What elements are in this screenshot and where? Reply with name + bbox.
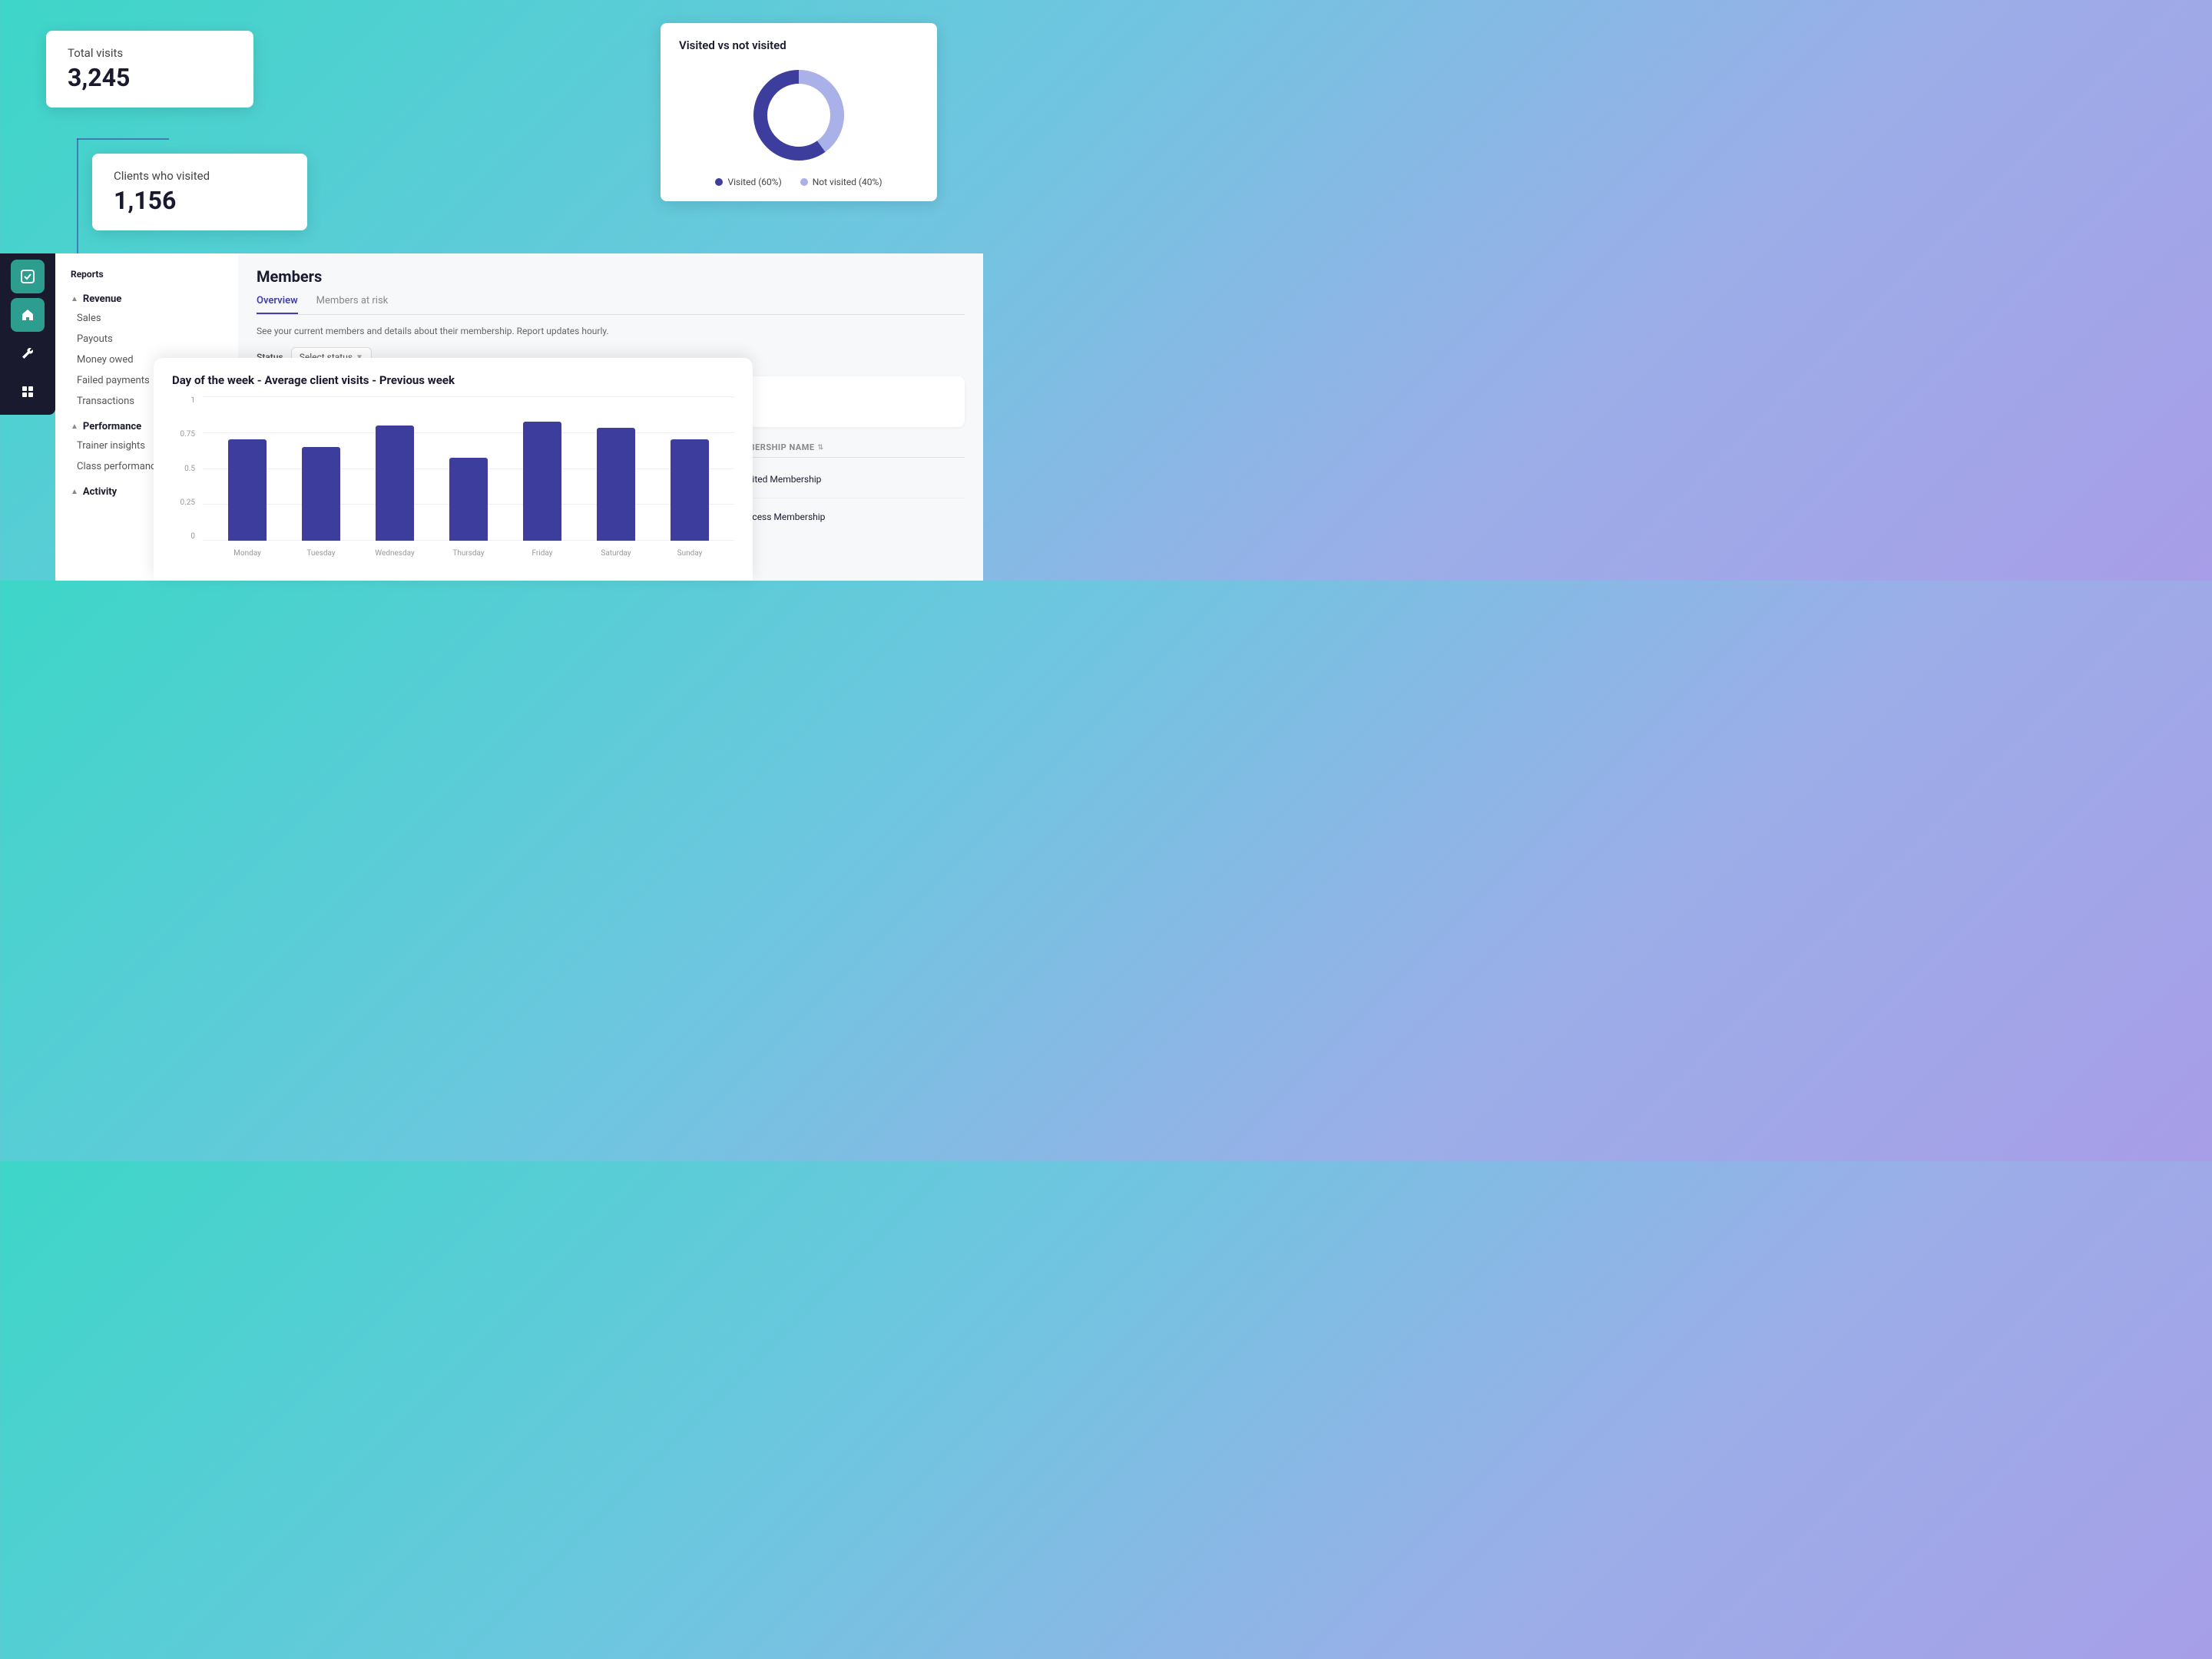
tab-overview[interactable]: Overview (257, 295, 298, 314)
bar-group (432, 458, 505, 541)
bar-thursday (449, 458, 488, 541)
bar-group (284, 447, 358, 541)
y-label-1: 1 (190, 396, 195, 405)
legend-visited: Visited (60%) (715, 177, 781, 187)
legend-not-visited-dot (800, 178, 808, 186)
revenue-label: Revenue (83, 293, 121, 305)
menu-item-sales[interactable]: Sales (55, 308, 238, 329)
sort-icon: ⇅ (818, 444, 824, 452)
clients-visited-value: 1,156 (114, 186, 286, 215)
x-label-friday: Friday (505, 549, 579, 558)
performance-caret: ▲ (71, 422, 78, 431)
bar-group (579, 428, 653, 541)
clients-visited-label: Clients who visited (114, 169, 286, 183)
legend-not-visited-label: Not visited (40%) (813, 177, 882, 187)
sidebar-icon-bar (0, 253, 55, 415)
x-labels: MondayTuesdayWednesdayThursdayFridaySatu… (203, 549, 734, 558)
y-label-025: 0.25 (180, 498, 196, 507)
donut-svg (745, 61, 853, 169)
clients-visited-card: Clients who visited 1,156 (92, 154, 307, 230)
app-logo-icon[interactable] (11, 260, 45, 293)
membership-name-0: Unlimited Membership (729, 474, 965, 485)
tab-members-at-risk[interactable]: Members at risk (316, 295, 389, 314)
y-label-0: 0 (190, 532, 195, 541)
activity-label: Activity (83, 486, 117, 498)
bar-tuesday (302, 447, 340, 541)
col-membership-name: Membership name ⇅ (729, 442, 965, 452)
sidebar-reports-title: Reports (55, 264, 238, 283)
bar-group (505, 422, 579, 541)
x-label-thursday: Thursday (432, 549, 505, 558)
bar-chart-card: Day of the week - Average client visits … (154, 358, 753, 581)
bar-wednesday (376, 426, 414, 541)
wrench-icon-btn[interactable] (11, 336, 45, 370)
bar-sunday (671, 439, 709, 541)
x-label-tuesday: Tuesday (284, 549, 358, 558)
x-label-saturday: Saturday (579, 549, 653, 558)
bars-row (203, 396, 734, 541)
chart-area: 1 0.75 0.5 0.25 0 MondayTuesdayWednesday… (172, 396, 734, 558)
donut-chart-card: Visited vs not visited Visited (60%) Not… (661, 23, 937, 201)
bar-group (358, 426, 432, 541)
total-visits-label: Total visits (68, 46, 232, 60)
donut-legend: Visited (60%) Not visited (40%) (715, 177, 882, 187)
legend-not-visited: Not visited (40%) (800, 177, 882, 187)
bar-saturday (597, 428, 635, 541)
page-description: See your current members and details abo… (257, 326, 965, 336)
bar-friday (523, 422, 561, 541)
bar-group (210, 439, 284, 541)
chart-inner: MondayTuesdayWednesdayThursdayFridaySatu… (203, 396, 734, 558)
legend-visited-label: Visited (60%) (727, 177, 781, 187)
total-visits-value: 3,245 (68, 63, 232, 92)
performance-label: Performance (83, 421, 141, 432)
revenue-section-header[interactable]: ▲ Revenue (55, 289, 238, 308)
y-axis: 1 0.75 0.5 0.25 0 (172, 396, 203, 558)
tabs-row: Overview Members at risk (257, 295, 965, 315)
x-label-wednesday: Wednesday (358, 549, 432, 558)
page-title: Members (257, 267, 965, 286)
y-label-05: 0.5 (184, 465, 195, 473)
activity-caret: ▲ (71, 488, 78, 496)
legend-visited-dot (715, 178, 723, 186)
donut-title: Visited vs not visited (679, 38, 919, 52)
bar-group (653, 439, 727, 541)
menu-item-payouts[interactable]: Payouts (55, 329, 238, 349)
x-label-monday: Monday (210, 549, 284, 558)
membership-name-1: All Access Membership (729, 512, 965, 522)
total-visits-card: Total visits 3,245 (46, 31, 253, 108)
y-label-075: 0.75 (180, 430, 196, 439)
revenue-caret: ▲ (71, 295, 78, 303)
chart-title: Day of the week - Average client visits … (172, 373, 734, 387)
bar-monday (228, 439, 267, 541)
home-icon-btn[interactable] (11, 298, 45, 332)
dashboard-icon-btn[interactable] (11, 375, 45, 409)
x-label-sunday: Sunday (653, 549, 727, 558)
